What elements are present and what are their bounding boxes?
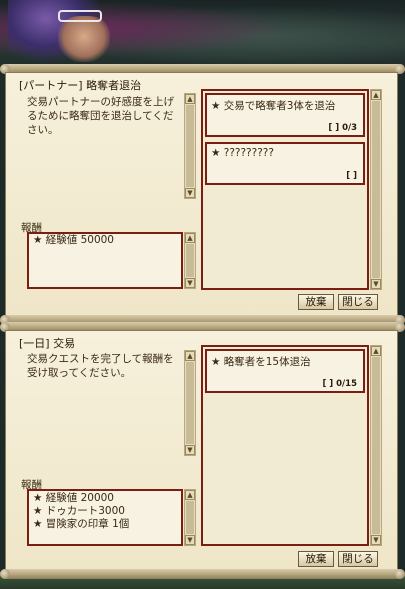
scroll-up-button[interactable]: ▲ bbox=[185, 94, 195, 104]
scroll-track[interactable] bbox=[186, 105, 194, 187]
scroll-down-button[interactable]: ▼ bbox=[371, 535, 381, 545]
scroll-track[interactable] bbox=[372, 101, 380, 278]
scroll-track[interactable] bbox=[186, 362, 194, 444]
reward-item: ★ 冒険家の印章 1個 bbox=[33, 518, 130, 530]
objective-scrollbar[interactable]: ▲ ▼ bbox=[370, 89, 382, 290]
scroll-down-button[interactable]: ▼ bbox=[185, 535, 195, 545]
scroll-knob-left bbox=[0, 569, 10, 579]
reward-list: ★ 経験値 20000 ★ ドゥカート3000 ★ 冒険家の印章 1個 bbox=[27, 489, 183, 546]
scroll-down-button[interactable]: ▼ bbox=[185, 188, 195, 198]
objective-text: ★ 交易で略奪者3体を退治 bbox=[211, 100, 336, 112]
objective-count: [ ] 0/15 bbox=[322, 379, 357, 389]
character-face bbox=[58, 16, 110, 62]
reward-item: ★ 経験値 50000 bbox=[33, 234, 114, 246]
objective-scrollbar[interactable]: ▲ ▼ bbox=[370, 345, 382, 546]
objective-count: [ ] bbox=[346, 171, 357, 181]
description-scrollbar[interactable]: ▲ ▼ bbox=[184, 350, 196, 456]
quest-title: [パートナー] 略奪者退治 bbox=[19, 79, 142, 92]
reward-scrollbar[interactable]: ▲ ▼ bbox=[184, 232, 196, 289]
scroll-up-button[interactable]: ▲ bbox=[185, 233, 195, 243]
reward-item: ★ 経験値 20000 bbox=[33, 492, 114, 504]
scroll-down-button[interactable]: ▼ bbox=[371, 279, 381, 289]
scroll-down-button[interactable]: ▼ bbox=[185, 445, 195, 455]
scroll-up-button[interactable]: ▲ bbox=[371, 346, 381, 356]
reward-item: ★ ドゥカート3000 bbox=[33, 505, 125, 517]
scroll-track[interactable] bbox=[372, 357, 380, 534]
objective-item[interactable]: ★ ????????? [ ] bbox=[205, 142, 365, 185]
abandon-button[interactable]: 放棄 bbox=[298, 294, 334, 310]
scroll-track[interactable] bbox=[186, 501, 194, 534]
abandon-button[interactable]: 放棄 bbox=[298, 551, 334, 567]
quest-description: 交易パートナーの好感度を上げるために略奪団を退治してください。 bbox=[27, 96, 174, 136]
character-glasses bbox=[58, 10, 102, 22]
scroll-knob-right bbox=[395, 569, 405, 579]
scroll-up-button[interactable]: ▲ bbox=[185, 490, 195, 500]
close-button[interactable]: 閉じる bbox=[338, 551, 378, 567]
objective-text: ★ ????????? bbox=[211, 147, 274, 159]
description-scrollbar[interactable]: ▲ ▼ bbox=[184, 93, 196, 199]
objective-count: [ ] 0/3 bbox=[328, 123, 357, 133]
reward-scrollbar[interactable]: ▲ ▼ bbox=[184, 489, 196, 546]
objective-text: ★ 略奪者を15体退治 bbox=[211, 356, 311, 368]
objective-item[interactable]: ★ 略奪者を15体退治 [ ] 0/15 bbox=[205, 349, 365, 393]
quest-title: [一日] 交易 bbox=[19, 337, 76, 350]
game-scene-background bbox=[0, 0, 405, 72]
objective-item[interactable]: ★ 交易で略奪者3体を退治 [ ] 0/3 bbox=[205, 93, 365, 137]
scroll-bottom-rod-2 bbox=[0, 569, 405, 579]
reward-list: ★ 経験値 50000 bbox=[27, 232, 183, 289]
scroll-track[interactable] bbox=[186, 244, 194, 277]
quest-description: 交易クエストを完了して報酬を受け取ってください。 bbox=[27, 353, 174, 379]
scroll-down-button[interactable]: ▼ bbox=[185, 278, 195, 288]
close-button[interactable]: 閉じる bbox=[338, 294, 378, 310]
scroll-up-button[interactable]: ▲ bbox=[371, 90, 381, 100]
scroll-up-button[interactable]: ▲ bbox=[185, 351, 195, 361]
